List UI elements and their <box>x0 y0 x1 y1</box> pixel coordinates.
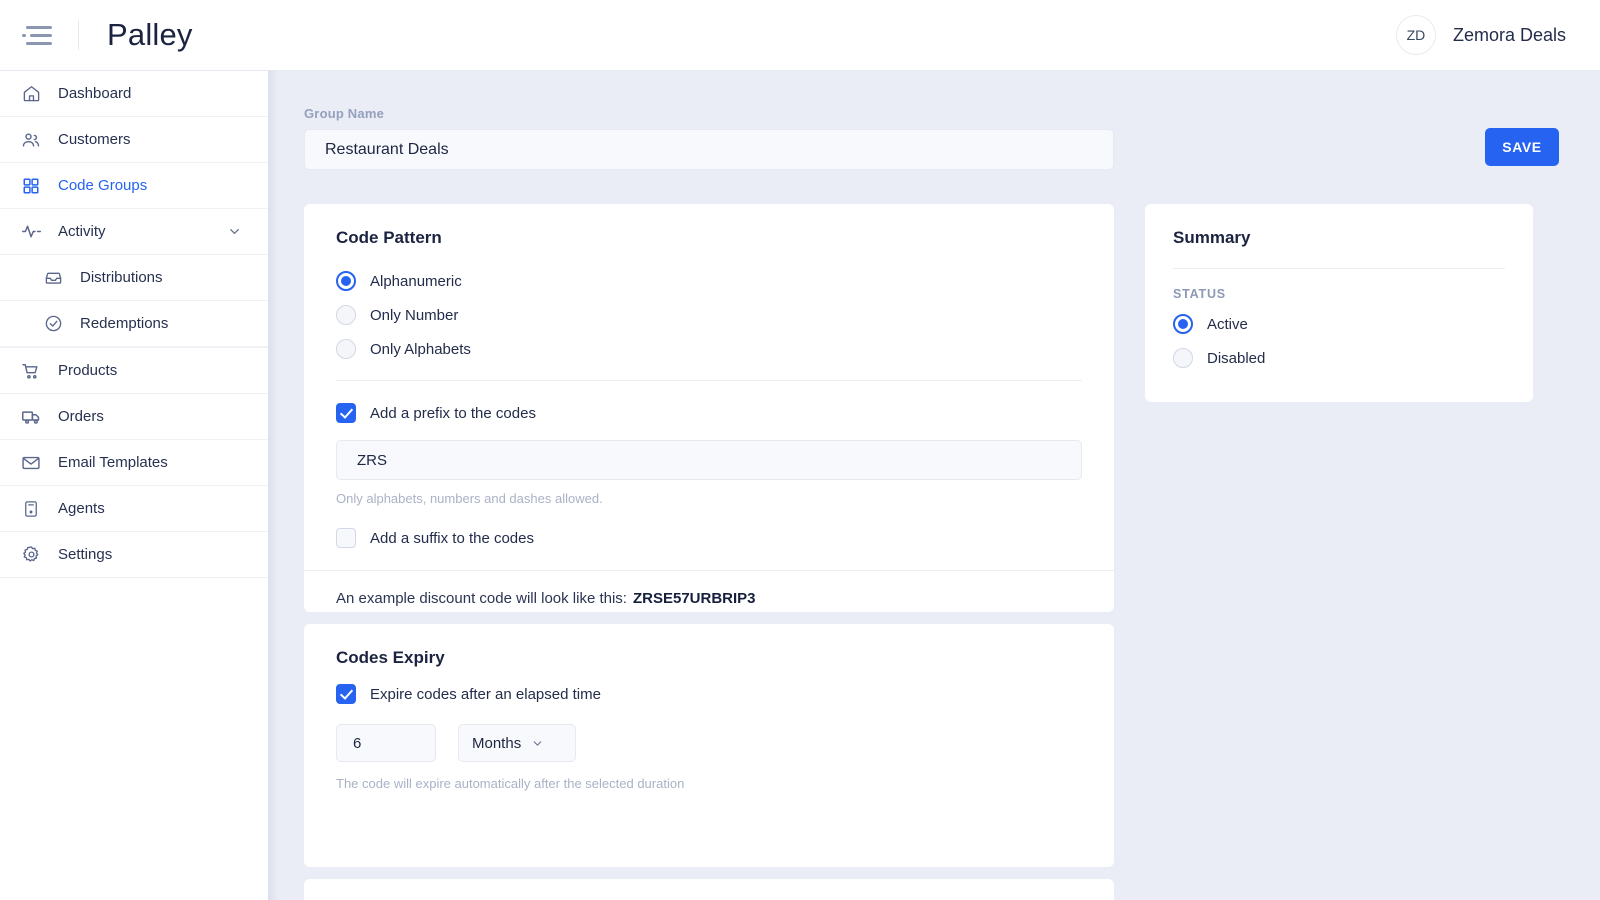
sidebar-item-label: Activity <box>58 223 106 240</box>
summary-card: Summary STATUS Active Disabled <box>1145 204 1533 402</box>
sidebar-item-label: Agents <box>58 500 105 517</box>
expire-checkbox[interactable] <box>336 684 356 704</box>
sidebar-item-agents[interactable]: Agents <box>0 486 268 532</box>
prefix-checkbox-row[interactable]: Add a prefix to the codes <box>336 403 1114 423</box>
header-divider <box>78 20 79 50</box>
users-icon <box>20 129 42 151</box>
main-content: Group Name SAVE Code Pattern Alphanumeri… <box>268 71 1600 900</box>
avatar[interactable]: ZD <box>1395 15 1436 55</box>
sidebar-item-label: Products <box>58 362 118 379</box>
suffix-checkbox-row[interactable]: Add a suffix to the codes <box>336 528 1114 548</box>
expiry-duration-input[interactable] <box>336 724 436 762</box>
code-pattern-radio-group: Alphanumeric Only Number Only Alphabets <box>304 248 1114 366</box>
sidebar-item-distributions[interactable]: Distributions <box>0 255 268 301</box>
sidebar-item-email-templates[interactable]: Email Templates <box>0 440 268 486</box>
suffix-checkbox[interactable] <box>336 528 356 548</box>
code-pattern-title: Code Pattern <box>336 228 442 247</box>
hamburger-menu-icon[interactable] <box>18 20 56 50</box>
sidebar-item-label: Distributions <box>80 269 163 286</box>
prefix-helper-text: Only alphabets, numbers and dashes allow… <box>336 491 603 506</box>
sidebar-item-label: Email Templates <box>58 454 168 471</box>
grid-icon <box>20 175 42 197</box>
example-code-text: An example discount code will look like … <box>336 590 627 607</box>
sidebar-item-settings[interactable]: Settings <box>0 532 268 578</box>
sidebar-item-products[interactable]: Products <box>0 348 268 394</box>
radio-label: Alphanumeric <box>370 272 462 290</box>
sidebar-item-label: Code Groups <box>58 177 148 194</box>
code-pattern-card: Code Pattern Alphanumeric Only Number On… <box>304 204 1114 612</box>
group-name-label: Group Name <box>304 106 385 121</box>
top-header: Palley ZD Zemora Deals <box>0 0 1600 71</box>
sidebar-item-label: Customers <box>58 131 131 148</box>
expiry-duration-row: Months <box>336 724 1114 762</box>
email-settings-title: Email Settings <box>304 879 1114 900</box>
home-icon <box>20 83 42 105</box>
radio-indicator[interactable] <box>336 305 356 325</box>
prefix-checkbox[interactable] <box>336 403 356 423</box>
expire-checkbox-label: Expire codes after an elapsed time <box>370 685 601 703</box>
radio-label: Only Alphabets <box>370 340 471 358</box>
prefix-checkbox-label: Add a prefix to the codes <box>370 404 536 422</box>
gear-icon <box>20 544 42 566</box>
radio-indicator[interactable] <box>336 339 356 359</box>
user-name-label: Zemora Deals <box>1452 24 1566 45</box>
expire-checkbox-row[interactable]: Expire codes after an elapsed time <box>336 684 1114 704</box>
radio-label: Active <box>1207 315 1248 333</box>
radio-indicator[interactable] <box>336 271 356 291</box>
header-user-area[interactable]: ZD Zemora Deals <box>1395 15 1566 55</box>
radio-label: Only Number <box>370 306 459 324</box>
radio-indicator[interactable] <box>1173 314 1193 334</box>
check-circle-icon <box>42 313 64 335</box>
radio-label: Disabled <box>1207 349 1266 367</box>
prefix-input[interactable] <box>336 440 1082 480</box>
status-radio-group: Active Disabled <box>1145 301 1533 375</box>
expiry-unit-value: Months <box>472 734 522 752</box>
sidebar-item-redemptions[interactable]: Redemptions <box>0 301 268 347</box>
codes-expiry-card: Codes Expiry Expire codes after an elaps… <box>304 624 1114 867</box>
sidebar-item-orders[interactable]: Orders <box>0 394 268 440</box>
radio-option-only-alphabets[interactable]: Only Alphabets <box>336 332 1114 366</box>
device-icon <box>20 498 42 520</box>
app-brand-title: Palley <box>107 17 193 52</box>
radio-option-only-number[interactable]: Only Number <box>336 298 1114 332</box>
expiry-helper-text: The code will expire automatically after… <box>336 776 685 791</box>
sidebar-item-label: Dashboard <box>58 85 132 102</box>
sidebar-item-dashboard[interactable]: Dashboard <box>0 71 268 117</box>
radio-option-disabled[interactable]: Disabled <box>1173 341 1533 375</box>
status-label: STATUS <box>1173 287 1226 301</box>
sidebar-item-activity[interactable]: Activity <box>0 209 268 255</box>
expiry-unit-select[interactable]: Months <box>458 724 576 762</box>
envelope-icon <box>20 452 42 474</box>
inbox-icon <box>42 267 64 289</box>
sidebar-item-code-groups[interactable]: Code Groups <box>0 163 268 209</box>
sidebar-nav: Dashboard Customers Code Groups Activity… <box>0 71 278 900</box>
codes-expiry-title: Codes Expiry <box>336 648 445 667</box>
sidebar-subgroup-activity: Distributions Redemptions <box>0 255 268 348</box>
sidebar-item-customers[interactable]: Customers <box>0 117 268 163</box>
save-button[interactable]: SAVE <box>1485 128 1559 166</box>
activity-pulse-icon <box>20 221 42 243</box>
summary-title: Summary <box>1173 228 1251 247</box>
group-name-input[interactable] <box>304 129 1114 170</box>
cart-icon <box>20 360 42 382</box>
radio-option-alphanumeric[interactable]: Alphanumeric <box>336 264 1114 298</box>
email-settings-card: Email Settings <box>304 879 1114 900</box>
example-code-row: An example discount code will look like … <box>304 571 1114 626</box>
sidebar-item-label: Settings <box>58 546 113 563</box>
sidebar-item-label: Orders <box>58 408 104 425</box>
chevron-down-icon[interactable] <box>227 224 242 239</box>
sidebar-item-label: Redemptions <box>80 315 169 332</box>
radio-option-active[interactable]: Active <box>1173 307 1533 341</box>
chevron-down-icon <box>531 737 544 750</box>
truck-icon <box>20 406 42 428</box>
radio-indicator[interactable] <box>1173 348 1193 368</box>
example-code-value: ZRSE57URBRIP3 <box>632 590 756 607</box>
suffix-checkbox-label: Add a suffix to the codes <box>370 529 534 547</box>
